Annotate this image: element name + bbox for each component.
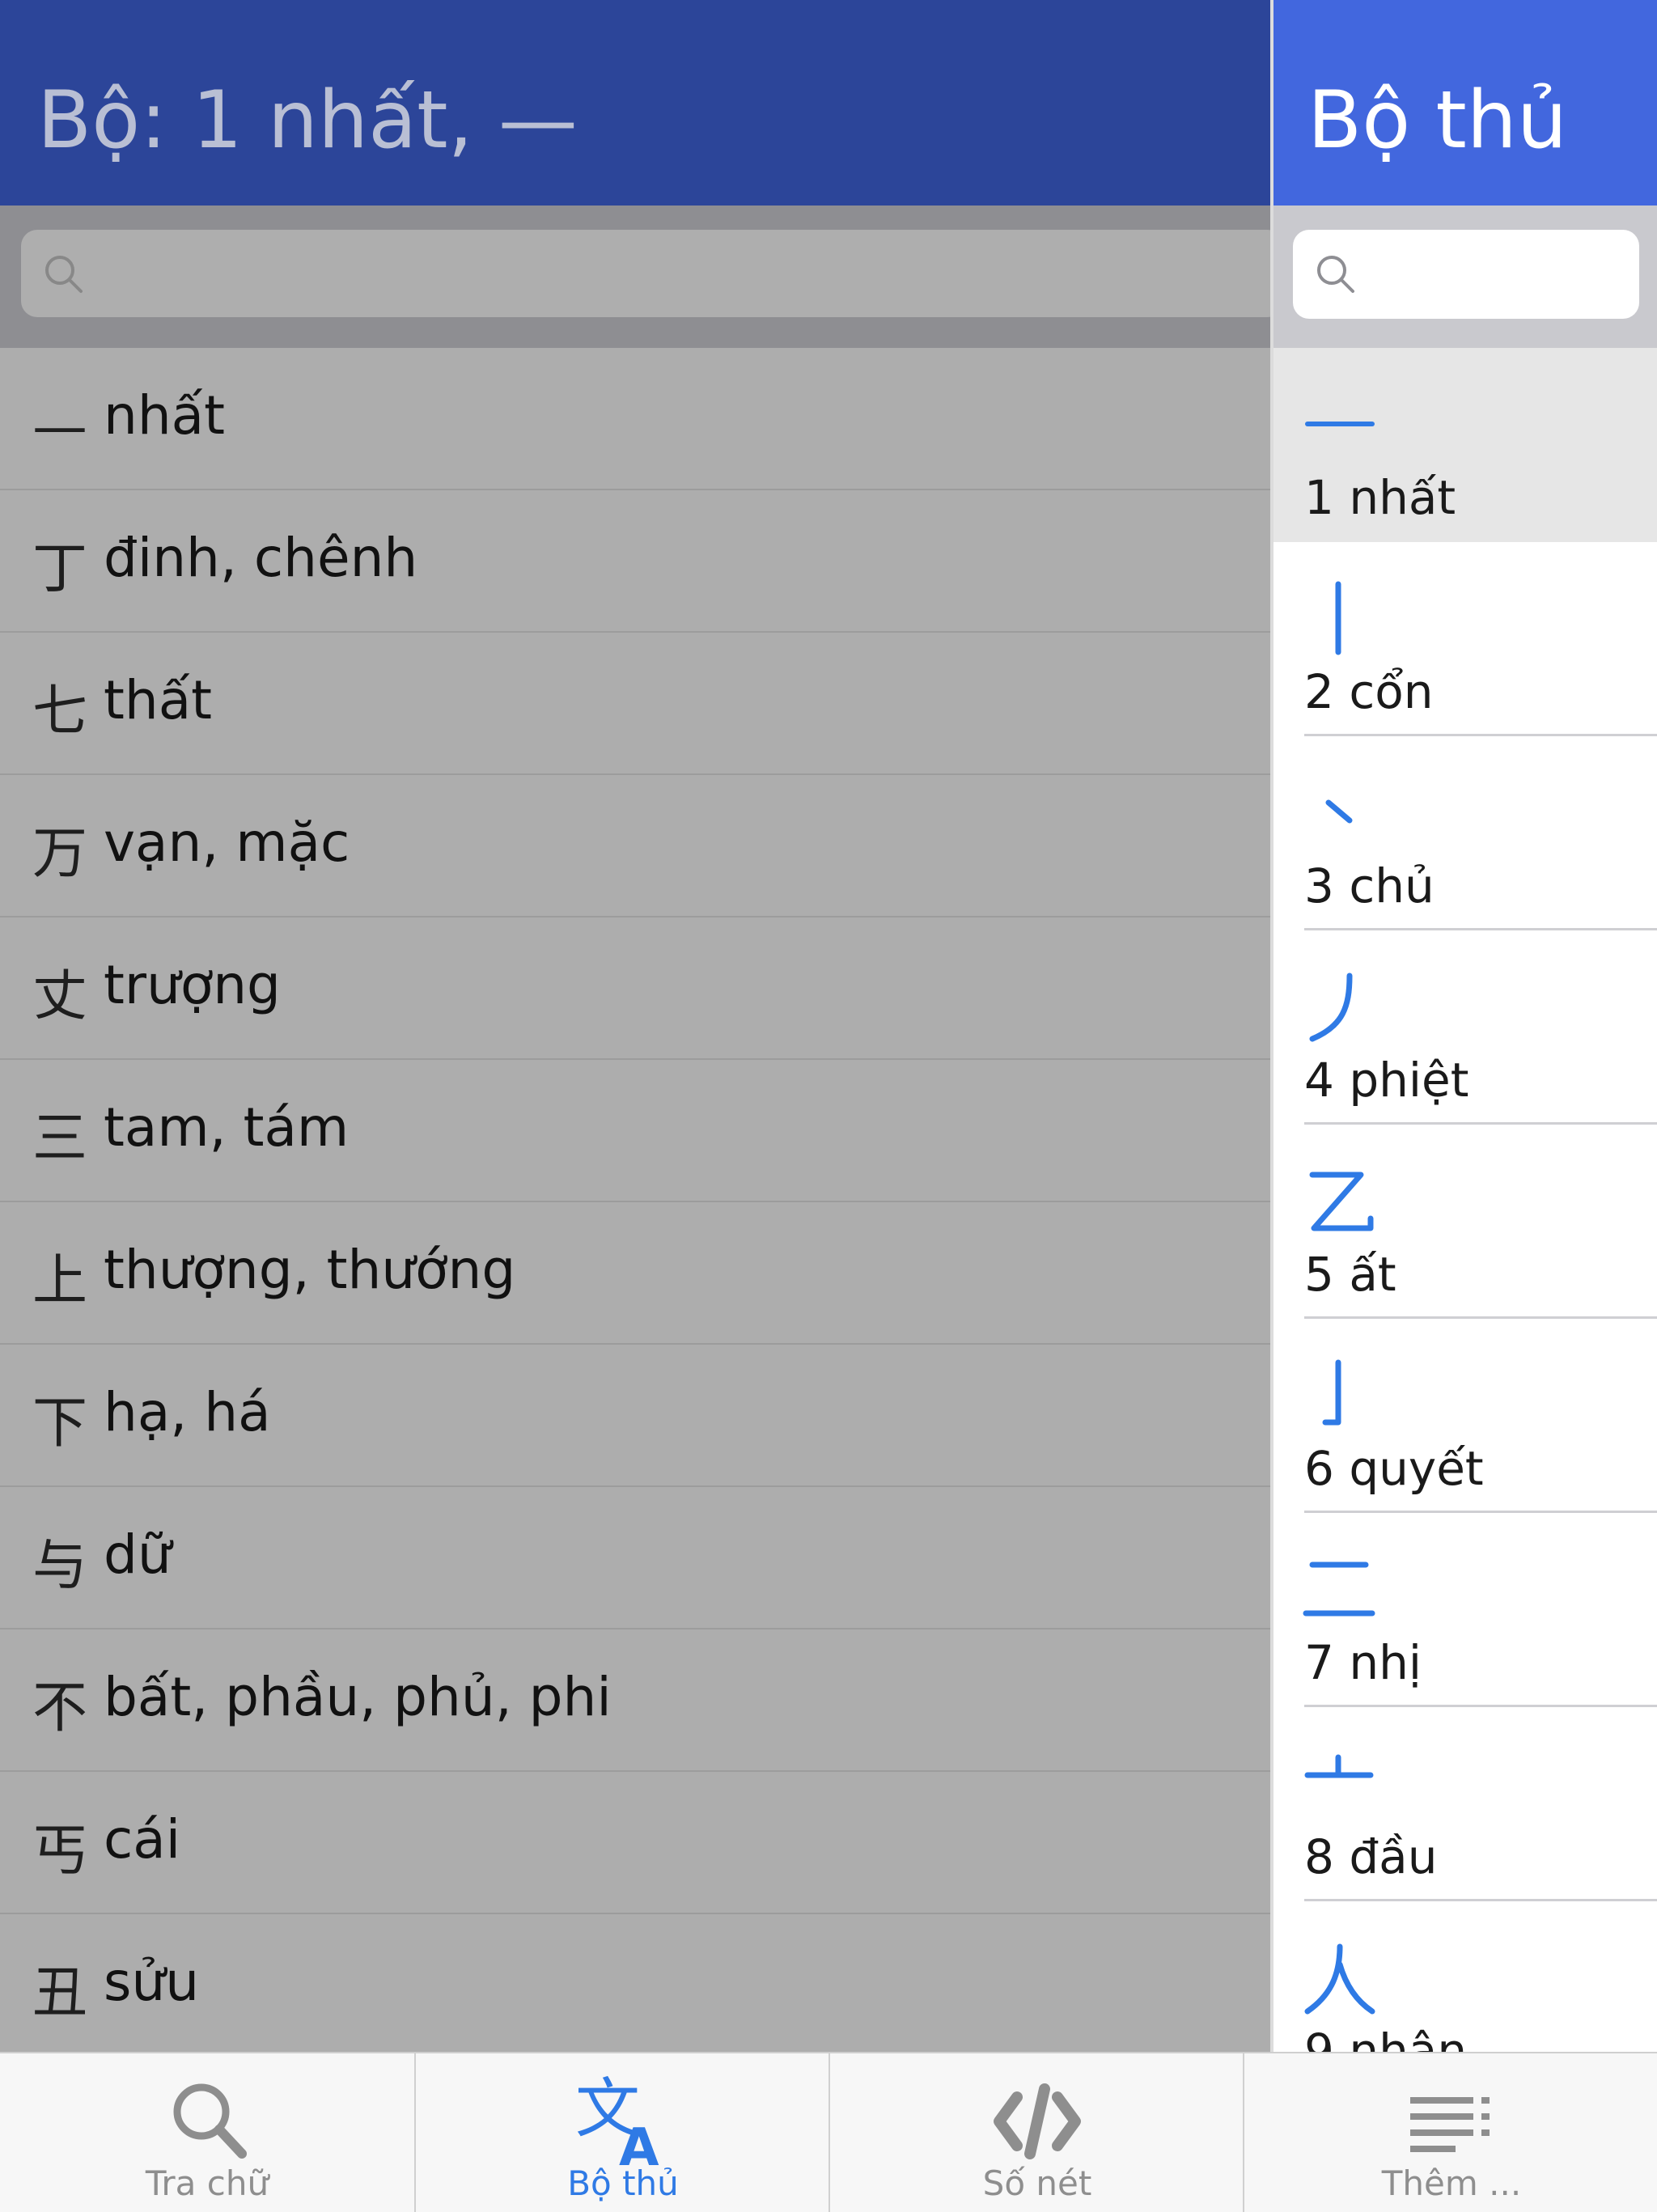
radical-search-input[interactable] [1293, 230, 1639, 319]
hanzi-glyph: 丐 [32, 1819, 88, 1883]
tab-label: Bộ thủ [567, 2163, 679, 2203]
hanzi-glyph: 三 [32, 1107, 88, 1171]
radical-label: 1 nhất [1304, 470, 1456, 525]
radical-glyph [1304, 1943, 1375, 2015]
radical-item-7[interactable]: 7 nhị [1273, 1513, 1657, 1707]
tab-label: Thêm ... [1381, 2163, 1522, 2203]
radical-item-1[interactable]: 1 nhất [1273, 348, 1657, 542]
character-reading: cái [104, 1808, 181, 1871]
radical-item-6[interactable]: 6 quyết [1273, 1319, 1657, 1513]
hanzi-glyph: 不 [32, 1676, 88, 1740]
navigation-bar: Bộ: 1 nhất, — [0, 0, 1270, 206]
character-row[interactable]: 丁 đinh, chênh [0, 490, 1270, 633]
radical-glyph [1335, 581, 1341, 655]
tab-label: Tra chữ [145, 2163, 269, 2203]
search-icon [45, 256, 83, 293]
radical-glyph [1309, 973, 1353, 1042]
character-reading: thất [104, 669, 213, 731]
radical-item-4[interactable]: 4 phiệt [1273, 930, 1657, 1125]
tab-bar: Tra chữ 文 A Bộ thủ Số nét Thêm ... [0, 2052, 1657, 2212]
character-list-panel: Bộ: 1 nhất, — — nhất 丁 đinh, chênh 七 thấ… [0, 0, 1270, 2052]
character-row[interactable]: 丐 cái [0, 1772, 1270, 1914]
search-icon [1317, 256, 1354, 293]
radical-list: 1 nhất 2 cổn 3 chủ 4 phiệt 5 ất 6 quyết … [1273, 348, 1657, 2052]
hanzi-glyph: 丁 [32, 537, 88, 601]
radical-label: 7 nhị [1304, 1635, 1422, 1690]
hanzi-glyph: 七 [32, 680, 88, 744]
more-list-icon [1410, 2097, 1490, 2152]
tab-so-net[interactable]: Số nét [828, 2053, 1244, 2212]
radical-glyph [1305, 422, 1375, 426]
radical-glyph [1322, 1359, 1341, 1426]
character-reading: hạ, há [104, 1381, 271, 1443]
character-reading: đinh, chênh [104, 527, 418, 589]
tab-them[interactable]: Thêm ... [1243, 2053, 1657, 2212]
strokes-icon [994, 2083, 1081, 2159]
character-reading: sửu [104, 1951, 200, 2013]
radical-glyph [1325, 799, 1353, 824]
character-row[interactable]: — nhất [0, 348, 1270, 490]
radical-label: 4 phiệt [1304, 1053, 1469, 1108]
radical-panel: Bộ thủ 1 nhất 2 cổn 3 chủ 4 phiệt 5 ất 6… [1270, 0, 1657, 2052]
character-row[interactable]: 丑 sửu [0, 1914, 1270, 2052]
character-row[interactable]: 万 vạn, mặc [0, 775, 1270, 917]
character-reading: nhất [104, 384, 225, 447]
radical-glyph [1304, 1754, 1374, 1778]
character-reading: dữ [104, 1523, 172, 1586]
tab-tra-chu[interactable]: Tra chữ [0, 2053, 414, 2212]
hanzi-glyph: 丑 [32, 1961, 88, 2025]
page-title: Bộ: 1 nhất, — [37, 74, 578, 167]
radical-glyph [1303, 1562, 1375, 1617]
search-bar [0, 206, 1270, 348]
radical-glyph [1309, 1172, 1374, 1231]
radical-label: 6 quyết [1304, 1441, 1484, 1496]
search-bar [1273, 206, 1657, 348]
character-row[interactable]: 下 hạ, há [0, 1345, 1270, 1487]
hanzi-glyph: 上 [32, 1249, 88, 1313]
hanzi-glyph: 下 [32, 1392, 88, 1456]
character-reading: trượng [104, 954, 281, 1016]
radical-label: 2 cổn [1304, 664, 1434, 719]
radical-item-5[interactable]: 5 ất [1273, 1125, 1657, 1319]
search-icon [173, 2083, 247, 2159]
character-reading: thượng, thướng [104, 1239, 516, 1301]
radical-label: 3 chủ [1304, 858, 1435, 913]
panel-title: Bộ thủ [1307, 74, 1567, 167]
radical-label: 9 nhân [1304, 2023, 1468, 2052]
radical-item-9[interactable]: 9 nhân [1273, 1901, 1657, 2052]
radical-label: 8 đầu [1304, 1829, 1438, 1884]
search-input[interactable] [21, 230, 1270, 317]
hanzi-glyph: 与 [32, 1534, 88, 1598]
character-row[interactable]: 丈 trượng [0, 917, 1270, 1060]
hanzi-glyph: — [32, 395, 87, 459]
character-row[interactable]: 不 bất, phầu, phủ, phi [0, 1629, 1270, 1772]
character-row[interactable]: 上 thượng, thướng [0, 1202, 1270, 1345]
radical-item-2[interactable]: 2 cổn [1273, 542, 1657, 736]
radical-label: 5 ất [1304, 1247, 1396, 1302]
character-row[interactable]: 七 thất [0, 633, 1270, 775]
navigation-bar: Bộ thủ [1273, 0, 1657, 206]
character-row[interactable]: 与 dữ [0, 1487, 1270, 1629]
character-list: — nhất 丁 đinh, chênh 七 thất 万 vạn, mặc 丈… [0, 348, 1270, 2052]
hanzi-glyph: 丈 [32, 964, 88, 1028]
character-reading: bất, phầu, phủ, phi [104, 1666, 612, 1728]
character-reading: vạn, mặc [104, 811, 350, 874]
tab-bo-thu[interactable]: 文 A Bộ thủ [414, 2053, 830, 2212]
radical-item-8[interactable]: 8 đầu [1273, 1707, 1657, 1901]
tab-label: Số nét [982, 2163, 1092, 2203]
character-reading: tam, tám [104, 1096, 350, 1159]
translate-icon: 文 A [575, 2071, 659, 2175]
character-row[interactable]: 三 tam, tám [0, 1060, 1270, 1202]
hanzi-glyph: 万 [32, 822, 88, 886]
radical-item-3[interactable]: 3 chủ [1273, 736, 1657, 930]
